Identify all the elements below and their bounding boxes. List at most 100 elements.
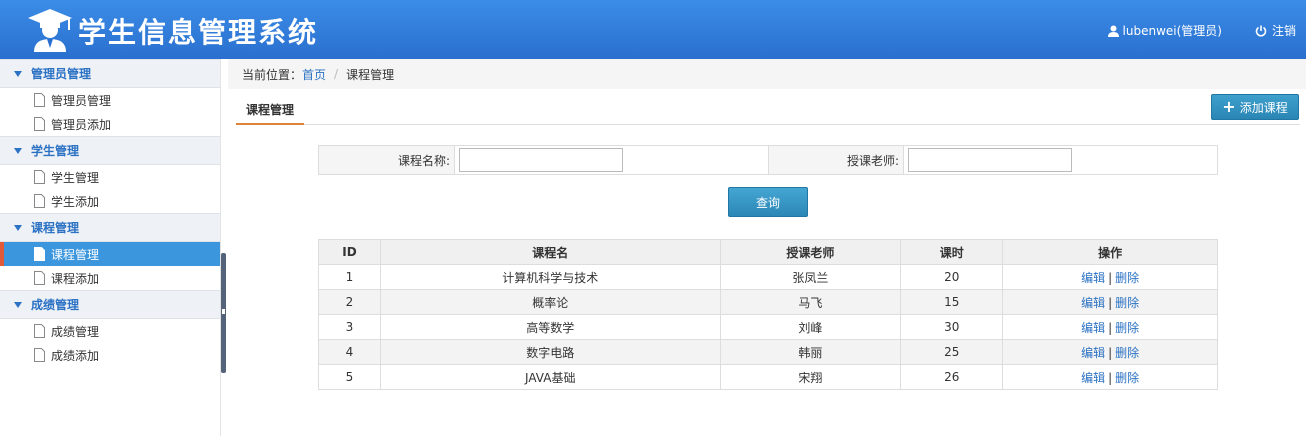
- sidebar: 管理员管理 管理员管理 管理员添加 学生管理 学生管理 学生添加 课程管理 课程…: [0, 59, 221, 436]
- sidebar-group-score[interactable]: 成绩管理: [0, 290, 220, 319]
- tab-bar: 课程管理 + 添加课程: [236, 94, 1300, 125]
- edit-link[interactable]: 编辑: [1081, 371, 1105, 385]
- user-icon: [1107, 25, 1119, 37]
- graduate-user-icon: [28, 9, 72, 52]
- column-header-course: 课程名: [379, 239, 721, 265]
- current-user[interactable]: lubenwei(管理员): [1107, 22, 1222, 39]
- current-user-label: lubenwei(管理员): [1122, 24, 1222, 38]
- handle-grip-icon: [222, 309, 225, 314]
- table-row: 4 数字电路 韩丽 25 编辑 | 删除: [318, 339, 1218, 365]
- delete-link[interactable]: 删除: [1115, 346, 1139, 360]
- edit-link[interactable]: 编辑: [1081, 271, 1105, 285]
- caret-down-icon: [14, 147, 22, 154]
- action-separator: |: [1108, 320, 1113, 335]
- table-row: 2 概率论 马飞 15 编辑 | 删除: [318, 289, 1218, 315]
- breadcrumb-home-link[interactable]: 首页: [302, 66, 326, 83]
- document-icon: [34, 170, 45, 184]
- cell-hours: 25: [900, 339, 1004, 365]
- sidebar-item-label: 管理员管理: [51, 93, 112, 108]
- sidebar-collapse-handle[interactable]: [221, 253, 226, 373]
- course-name-cell: [454, 146, 768, 174]
- document-icon: [34, 117, 45, 131]
- sidebar-item-course-manage[interactable]: 课程管理: [0, 242, 220, 266]
- cell-teacher: 马飞: [719, 289, 902, 315]
- caret-down-icon: [14, 224, 22, 231]
- cell-course: JAVA基础: [379, 364, 721, 390]
- action-separator: |: [1108, 270, 1113, 285]
- document-icon: [34, 194, 45, 208]
- cell-course: 概率论: [379, 289, 721, 315]
- tab-course-manage[interactable]: 课程管理: [236, 95, 305, 125]
- sidebar-item-student-add[interactable]: 学生添加: [0, 189, 220, 213]
- cell-course: 高等数学: [379, 314, 721, 340]
- logout-label: 注销: [1271, 24, 1296, 38]
- sidebar-item-admin-add[interactable]: 管理员添加: [0, 112, 220, 136]
- cell-actions: 编辑 | 删除: [1002, 339, 1218, 365]
- sidebar-group-label: 成绩管理: [31, 298, 80, 312]
- document-icon: [34, 247, 45, 261]
- sidebar-item-label: 学生添加: [51, 194, 100, 209]
- course-name-input[interactable]: [459, 148, 623, 172]
- delete-link[interactable]: 删除: [1115, 271, 1139, 285]
- logout-button[interactable]: 注销: [1255, 22, 1296, 39]
- cell-actions: 编辑 | 删除: [1002, 264, 1218, 290]
- action-separator: |: [1108, 370, 1113, 385]
- sidebar-group-course[interactable]: 课程管理: [0, 213, 220, 242]
- course-table: ID 课程名 授课老师 课时 操作 1 计算机科学与技术 张凤兰 20 编辑 | 删…: [318, 239, 1218, 390]
- document-icon: [34, 271, 45, 285]
- column-header-teacher: 授课老师: [719, 239, 902, 265]
- sidebar-item-label: 课程添加: [51, 271, 100, 286]
- edit-link[interactable]: 编辑: [1081, 321, 1105, 335]
- sidebar-item-admin-manage[interactable]: 管理员管理: [0, 88, 220, 112]
- add-course-button[interactable]: + 添加课程: [1211, 94, 1299, 120]
- action-separator: |: [1108, 345, 1113, 360]
- caret-down-icon: [14, 70, 22, 77]
- edit-link[interactable]: 编辑: [1081, 346, 1105, 360]
- edit-link[interactable]: 编辑: [1081, 296, 1105, 310]
- delete-link[interactable]: 删除: [1115, 296, 1139, 310]
- table-row: 5 JAVA基础 宋翔 26 编辑 | 删除: [318, 364, 1218, 390]
- breadcrumb-separator: /: [334, 67, 339, 81]
- cell-hours: 15: [900, 289, 1004, 315]
- delete-link[interactable]: 删除: [1115, 321, 1139, 335]
- cell-course: 计算机科学与技术: [379, 264, 721, 290]
- sidebar-item-score-manage[interactable]: 成绩管理: [0, 319, 220, 343]
- delete-link[interactable]: 删除: [1115, 371, 1139, 385]
- plus-icon: +: [1222, 97, 1236, 116]
- breadcrumb-prefix: 当前位置：: [242, 67, 303, 82]
- search-form: 课程名称: 授课老师:: [318, 145, 1218, 175]
- caret-down-icon: [14, 301, 22, 308]
- cell-teacher: 张凤兰: [719, 264, 902, 290]
- teacher-cell: [903, 146, 1217, 174]
- query-button[interactable]: 查询: [728, 187, 808, 217]
- column-header-hours: 课时: [900, 239, 1004, 265]
- cell-id: 1: [318, 264, 381, 290]
- breadcrumb: 当前位置： 首页 / 课程管理: [228, 59, 1306, 89]
- sidebar-item-label: 成绩添加: [51, 348, 100, 363]
- column-header-id: ID: [318, 239, 381, 265]
- breadcrumb-current: 课程管理: [346, 67, 395, 82]
- app-title: 学生信息管理系统: [78, 16, 319, 49]
- sidebar-group-admin[interactable]: 管理员管理: [0, 59, 220, 88]
- document-icon: [34, 348, 45, 362]
- cell-id: 5: [318, 364, 381, 390]
- table-row: 3 高等数学 刘峰 30 编辑 | 删除: [318, 314, 1218, 340]
- cell-teacher: 宋翔: [719, 364, 902, 390]
- add-course-label: 添加课程: [1239, 100, 1288, 115]
- table-header-row: ID 课程名 授课老师 课时 操作: [318, 239, 1218, 265]
- cell-actions: 编辑 | 删除: [1002, 314, 1218, 340]
- cell-actions: 编辑 | 删除: [1002, 364, 1218, 390]
- sidebar-item-score-add[interactable]: 成绩添加: [0, 343, 220, 367]
- teacher-input[interactable]: [908, 148, 1072, 172]
- cell-teacher: 韩丽: [719, 339, 902, 365]
- sidebar-item-label: 学生管理: [51, 170, 100, 185]
- app-header: 学生信息管理系统 lubenwei(管理员) 注销: [0, 0, 1306, 59]
- sidebar-group-label: 学生管理: [31, 144, 80, 158]
- sidebar-item-course-add[interactable]: 课程添加: [0, 266, 220, 290]
- cell-id: 3: [318, 314, 381, 340]
- action-separator: |: [1108, 295, 1113, 310]
- document-icon: [34, 324, 45, 338]
- course-name-label: 课程名称:: [319, 146, 454, 174]
- sidebar-item-student-manage[interactable]: 学生管理: [0, 165, 220, 189]
- sidebar-group-student[interactable]: 学生管理: [0, 136, 220, 165]
